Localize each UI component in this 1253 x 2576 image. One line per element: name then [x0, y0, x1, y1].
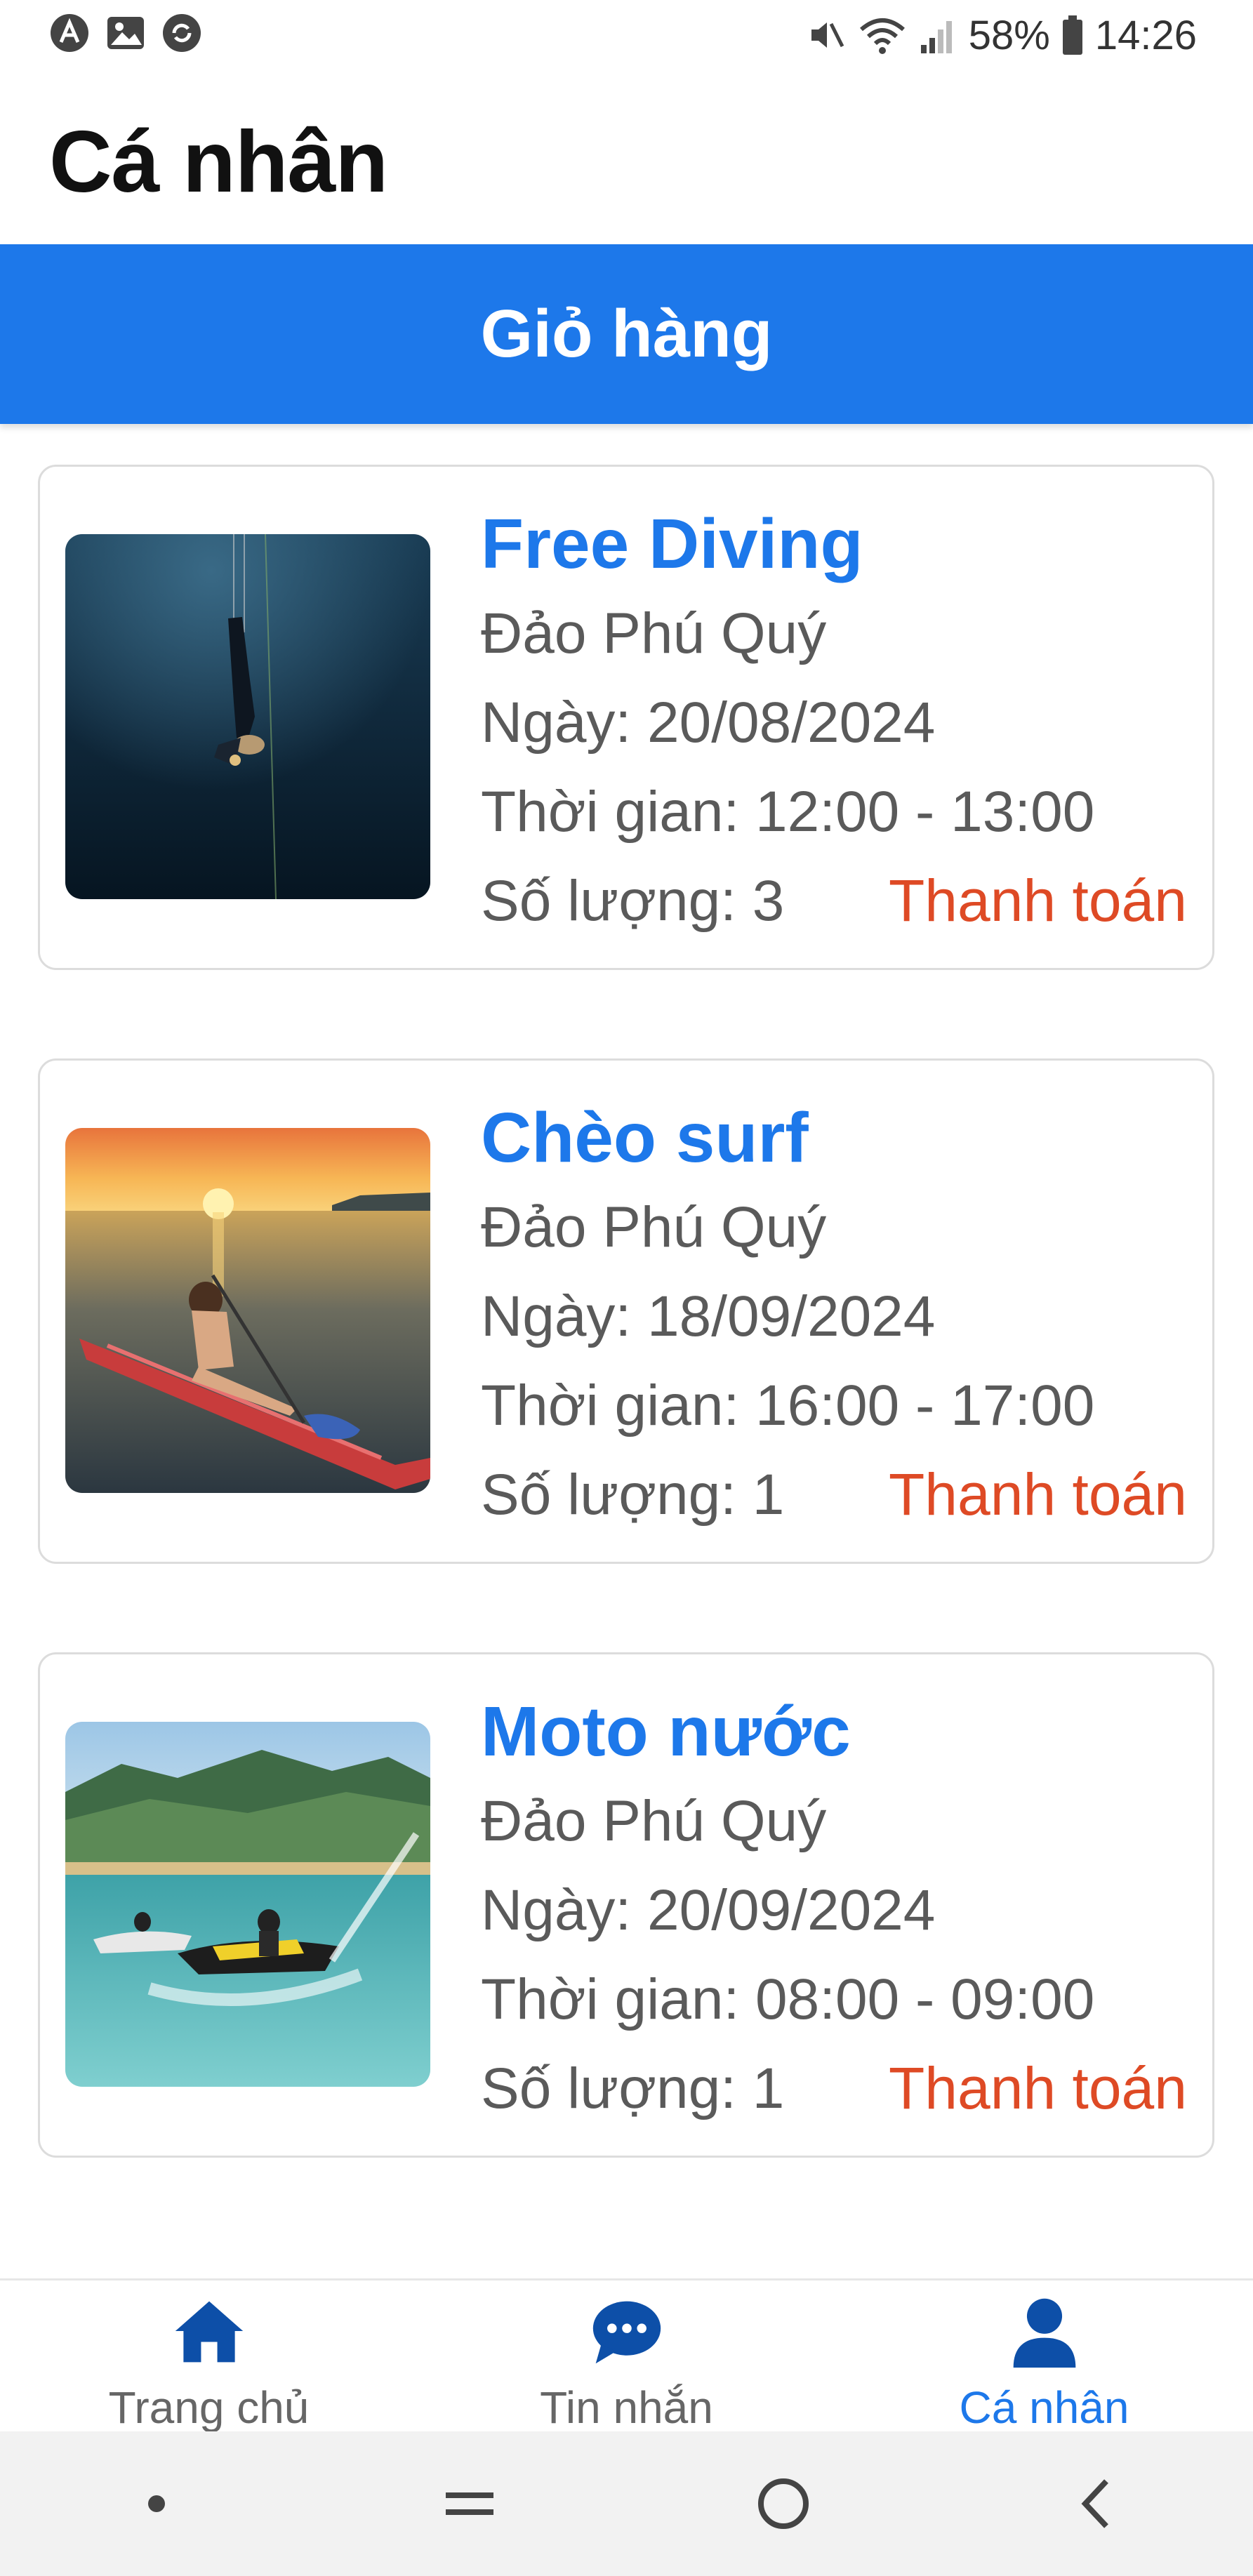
chat-icon	[592, 2301, 661, 2364]
recent-apps-button[interactable]	[420, 2455, 519, 2553]
dot-button[interactable]	[107, 2455, 206, 2553]
cart-title: Giỏ hàng	[480, 296, 773, 371]
nav-item-messages[interactable]: Tin nhắn	[418, 2280, 835, 2434]
jet-ski-photo	[65, 1722, 430, 2087]
item-quantity-row: Số lượng: 3 Thanh toán	[481, 856, 1187, 945]
back-icon	[1081, 2479, 1108, 2528]
item-title[interactable]: Chèo surf	[481, 1093, 1187, 1183]
item-info: Free Diving Đảo Phú Quý Ngày: 20/08/2024…	[481, 499, 1187, 945]
app-header: Cá nhân	[0, 70, 1253, 244]
clock: 14:26	[1094, 12, 1197, 58]
status-right: 58% 14:26	[804, 7, 1197, 63]
recent-apps-icon	[446, 2492, 494, 2515]
person-icon	[1013, 2298, 1075, 2368]
system-nav-bar	[0, 2431, 1253, 2576]
item-date: Ngày: 20/09/2024	[481, 1878, 936, 1942]
item-quantity: Số lượng: 1	[481, 2057, 785, 2120]
battery-percent: 58%	[968, 12, 1050, 58]
item-date: Ngày: 18/09/2024	[481, 1284, 936, 1348]
home-icon	[175, 2301, 243, 2363]
bottom-nav: Trang chủ Tin nhắn Cá nhân	[0, 2278, 1253, 2434]
nav-label: Trang chủ	[108, 2382, 310, 2433]
paddle-surf-photo	[65, 1128, 430, 1493]
item-info: Moto nước Đảo Phú Quý Ngày: 20/09/2024 T…	[481, 1687, 1187, 2133]
page-title: Cá nhân	[49, 114, 388, 211]
status-bar: 58% 14:26	[0, 0, 1253, 70]
cart-header-bar: Giỏ hàng	[0, 244, 1253, 424]
a-app-icon	[51, 14, 88, 52]
nav-item-profile[interactable]: Cá nhân	[835, 2280, 1253, 2434]
status-left-icons	[49, 13, 202, 53]
pay-button[interactable]: Thanh toán	[889, 856, 1187, 945]
back-button[interactable]	[1047, 2455, 1146, 2553]
nav-label: Cá nhân	[959, 2382, 1129, 2433]
mute-icon	[811, 22, 844, 48]
item-time: Thời gian: 12:00 - 13:00	[481, 780, 1095, 844]
item-quantity-row: Số lượng: 1 Thanh toán	[481, 1450, 1187, 1539]
sync-app-icon	[163, 14, 201, 52]
signal-icon	[920, 21, 952, 53]
item-time: Thời gian: 16:00 - 17:00	[481, 1374, 1095, 1438]
item-location: Đảo Phú Quý	[481, 1195, 827, 1259]
item-title[interactable]: Moto nước	[481, 1687, 1187, 1777]
item-location: Đảo Phú Quý	[481, 602, 827, 665]
item-quantity: Số lượng: 3	[481, 869, 785, 933]
item-location: Đảo Phú Quý	[481, 1789, 827, 1853]
item-time: Thời gian: 08:00 - 09:00	[481, 1967, 1095, 2031]
dot-icon	[148, 2495, 166, 2512]
gallery-icon	[107, 17, 144, 49]
free-diving-photo	[65, 534, 430, 899]
item-date: Ngày: 20/08/2024	[481, 691, 936, 755]
cart-item[interactable]: Chèo surf Đảo Phú Quý Ngày: 18/09/2024 T…	[38, 1058, 1214, 1564]
item-quantity-row: Số lượng: 1 Thanh toán	[481, 2044, 1187, 2133]
home-button[interactable]	[734, 2455, 833, 2553]
item-info: Chèo surf Đảo Phú Quý Ngày: 18/09/2024 T…	[481, 1093, 1187, 1539]
cart-item[interactable]: Moto nước Đảo Phú Quý Ngày: 20/09/2024 T…	[38, 1652, 1214, 2158]
cart-item[interactable]: Free Diving Đảo Phú Quý Ngày: 20/08/2024…	[38, 465, 1214, 970]
pay-button[interactable]: Thanh toán	[889, 2044, 1187, 2133]
nav-label: Tin nhắn	[540, 2382, 713, 2433]
home-circle-icon	[757, 2478, 809, 2529]
pay-button[interactable]: Thanh toán	[889, 1450, 1187, 1539]
item-quantity: Số lượng: 1	[481, 1463, 785, 1527]
battery-icon	[1062, 15, 1082, 55]
wifi-icon	[859, 18, 905, 54]
nav-item-home[interactable]: Trang chủ	[0, 2280, 418, 2434]
item-title[interactable]: Free Diving	[481, 499, 1187, 589]
